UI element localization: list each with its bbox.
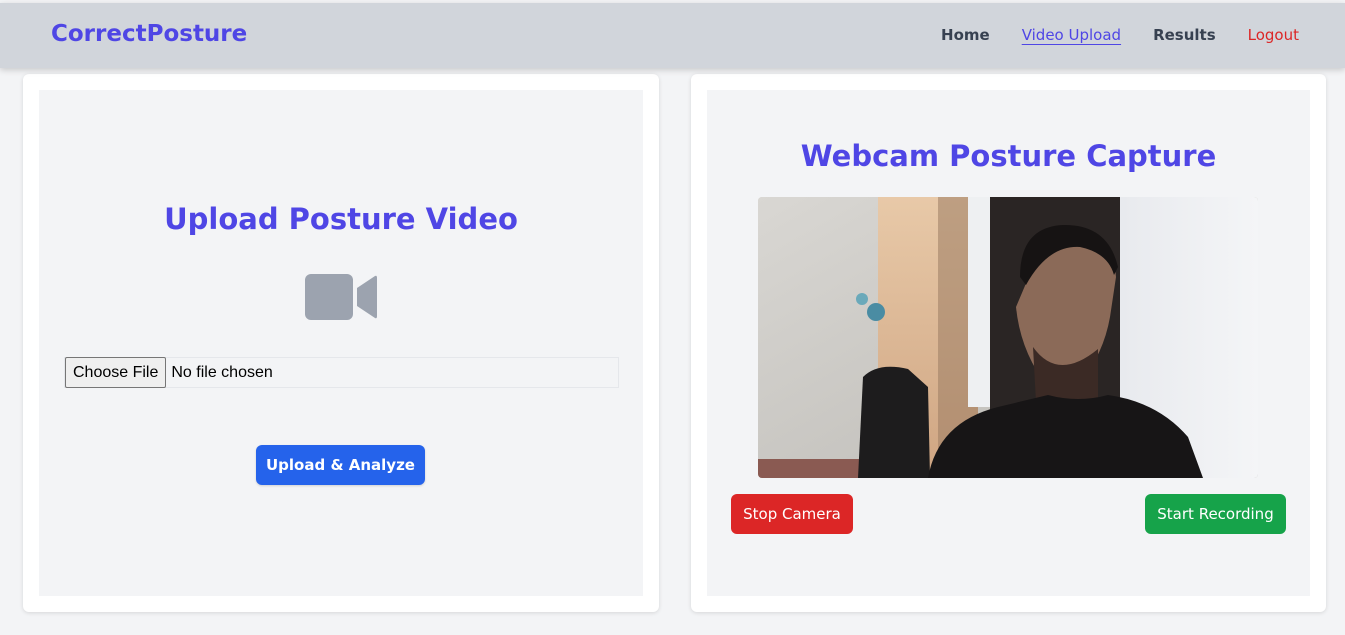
webcam-video-feed (758, 197, 1258, 478)
nav-link-results[interactable]: Results (1153, 26, 1216, 44)
webcam-title: Webcam Posture Capture (800, 139, 1217, 173)
webcam-panel: Webcam Posture Capture Stop Camera Start… (707, 90, 1310, 596)
upload-title: Upload Posture Video (164, 202, 518, 236)
video-camera-icon (305, 272, 377, 322)
nav-links: Home Video Upload Results Logout (941, 26, 1299, 44)
file-input[interactable]: Choose File No file chosen (64, 357, 619, 388)
webcam-frame-image (758, 197, 1258, 478)
start-recording-button[interactable]: Start Recording (1145, 494, 1286, 534)
nav-link-home[interactable]: Home (941, 26, 990, 44)
nav-link-video-upload[interactable]: Video Upload (1022, 26, 1121, 44)
stop-camera-button[interactable]: Stop Camera (731, 494, 853, 534)
upload-card: Upload Posture Video Choose File No file… (23, 74, 659, 612)
navbar: CorrectPosture Home Video Upload Results… (0, 3, 1345, 68)
upload-panel: Upload Posture Video Choose File No file… (39, 90, 643, 596)
upload-analyze-button[interactable]: Upload & Analyze (256, 445, 425, 485)
file-status-text: No file chosen (171, 363, 273, 381)
webcam-card: Webcam Posture Capture Stop Camera Start… (691, 74, 1326, 612)
brand-logo-link[interactable]: CorrectPosture (51, 21, 247, 47)
choose-file-button[interactable]: Choose File (65, 357, 167, 388)
nav-link-logout[interactable]: Logout (1248, 26, 1299, 44)
